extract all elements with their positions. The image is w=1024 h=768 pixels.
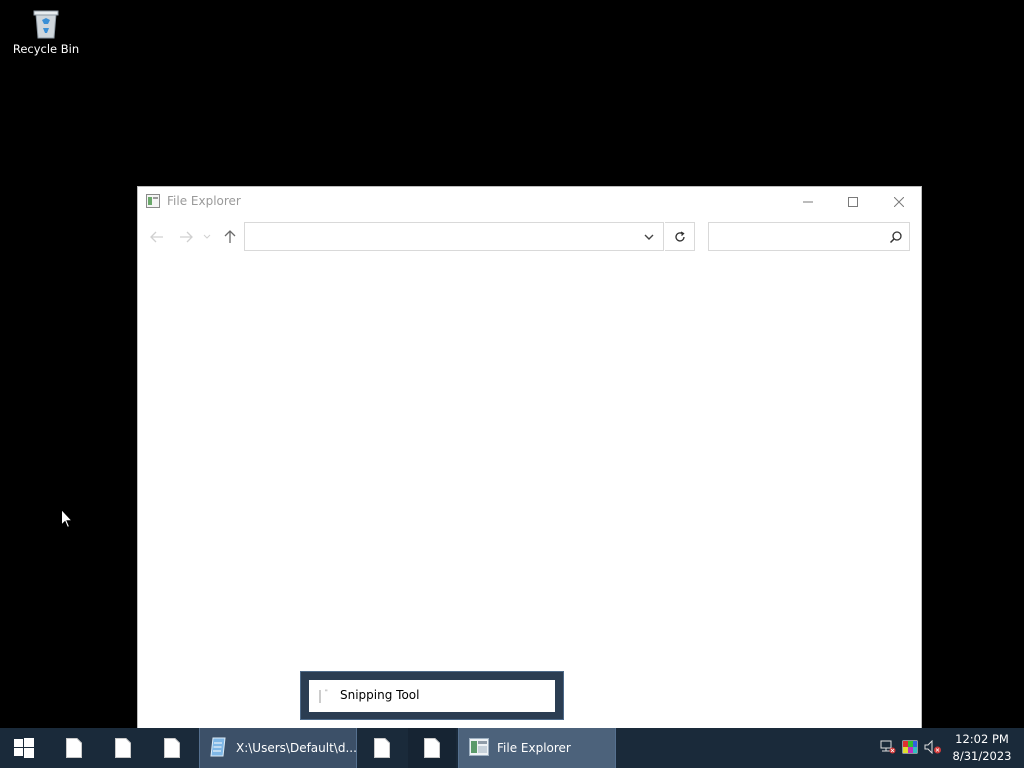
snipping-tool-preview-content[interactable]: " Snipping Tool	[309, 680, 555, 712]
arrow-up-icon	[224, 230, 236, 243]
refresh-button[interactable]	[665, 222, 695, 251]
search-icon[interactable]	[889, 230, 903, 244]
snipping-tool-icon: "	[319, 688, 329, 704]
taskbar-file-explorer-label: File Explorer	[497, 741, 571, 755]
title-bar[interactable]: File Explorer	[138, 187, 921, 217]
recent-locations-button[interactable]	[202, 227, 212, 247]
document-icon	[424, 738, 440, 758]
volume-muted-icon[interactable]	[924, 739, 942, 757]
forward-button[interactable]	[176, 227, 196, 247]
minimize-button[interactable]	[785, 187, 830, 216]
clock-date: 8/31/2023	[952, 749, 1012, 763]
search-box[interactable]	[708, 222, 910, 251]
recycle-bin-icon	[30, 6, 62, 40]
system-tray	[880, 728, 942, 768]
chevron-down-icon	[644, 234, 654, 240]
snipping-tool-preview[interactable]: " Snipping Tool	[301, 672, 563, 719]
snipping-tool-label: Snipping Tool	[340, 688, 420, 702]
chevron-down-icon	[203, 234, 211, 239]
mouse-cursor-icon	[61, 508, 74, 529]
notepad-icon	[210, 737, 228, 760]
back-button[interactable]	[147, 227, 167, 247]
taskbar-file-button-4[interactable]	[358, 728, 406, 768]
window-title: File Explorer	[167, 194, 241, 208]
taskbar-file-button-1[interactable]	[50, 728, 98, 768]
taskbar-file-button-5[interactable]	[408, 728, 456, 768]
taskbar-file-explorer-button[interactable]: File Explorer	[458, 728, 616, 768]
svg-text:": "	[325, 689, 328, 696]
arrow-right-icon	[180, 231, 193, 243]
document-icon	[115, 738, 131, 758]
file-explorer-window[interactable]: File Explorer	[138, 187, 921, 728]
taskbar: X:\Users\Default\d... File Explorer 12:0…	[0, 728, 1024, 768]
clock-time: 12:02 PM	[955, 732, 1009, 746]
taskbar-clock[interactable]: 12:02 PM 8/31/2023	[948, 731, 1016, 765]
document-icon	[374, 738, 390, 758]
close-button[interactable]	[876, 187, 921, 216]
taskbar-notepad-label: X:\Users\Default\d...	[236, 741, 356, 755]
up-button[interactable]	[220, 227, 240, 247]
taskbar-file-button-3[interactable]	[148, 728, 196, 768]
refresh-icon	[674, 230, 685, 242]
desktop-icon-recycle-bin[interactable]: Recycle Bin	[10, 6, 82, 56]
display-color-icon[interactable]	[902, 740, 918, 757]
windows-logo-icon	[14, 738, 34, 758]
document-icon	[66, 738, 82, 758]
document-icon	[164, 738, 180, 758]
taskbar-notepad-button[interactable]: X:\Users\Default\d...	[199, 728, 357, 768]
start-button[interactable]	[0, 728, 48, 768]
desktop-icon-label: Recycle Bin	[12, 42, 80, 56]
address-dropdown-button[interactable]	[641, 229, 657, 245]
arrow-left-icon	[150, 231, 163, 243]
taskbar-file-button-2[interactable]	[99, 728, 147, 768]
maximize-button[interactable]	[830, 187, 875, 216]
address-bar[interactable]	[244, 222, 664, 251]
network-icon[interactable]	[880, 740, 896, 757]
file-explorer-icon	[469, 737, 489, 759]
file-explorer-icon	[146, 194, 160, 208]
